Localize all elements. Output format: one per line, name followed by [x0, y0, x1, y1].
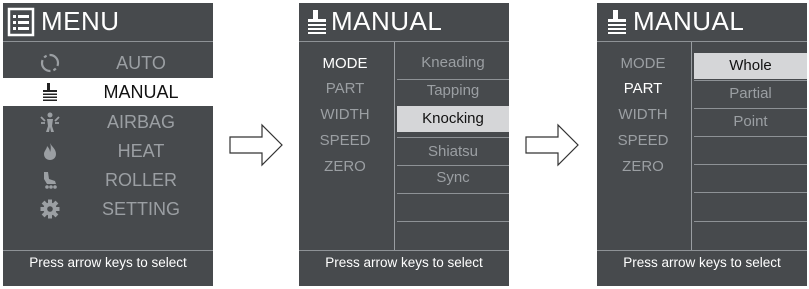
- option-kneading[interactable]: Kneading: [397, 50, 509, 76]
- auto-cycle-icon: [40, 53, 60, 73]
- menu-item-label: MANUAL: [103, 82, 179, 102]
- manual-title-bar: MANUAL: [299, 3, 509, 39]
- footer-hint: Press arrow keys to select: [325, 255, 483, 270]
- mode-item-zero[interactable]: ZERO: [299, 158, 391, 175]
- footer-hint: Press arrow keys to select: [623, 255, 781, 270]
- mode-item-mode[interactable]: MODE: [597, 55, 689, 72]
- next-arrow-icon: [229, 123, 283, 167]
- hand-icon: [43, 83, 57, 101]
- menu-item-label: AUTO: [116, 53, 166, 73]
- mode-item-zero[interactable]: ZERO: [597, 158, 689, 175]
- title-divider: [597, 41, 807, 42]
- next-arrow-icon: [525, 123, 579, 167]
- mode-item-speed[interactable]: SPEED: [299, 132, 391, 149]
- footer-divider: [3, 250, 213, 251]
- title-divider: [3, 41, 213, 42]
- column-divider: [691, 42, 692, 250]
- mode-item-part[interactable]: PART: [597, 80, 689, 97]
- page-title: MANUAL: [331, 6, 443, 36]
- footer-hint: Press arrow keys to select: [29, 255, 187, 270]
- menu-screen: MENU AUTO MANUAL AIRBAG HEAT ROLLER SETT…: [3, 3, 213, 286]
- option-divider: [397, 193, 509, 194]
- mode-item-width[interactable]: WIDTH: [299, 106, 391, 123]
- column-divider: [394, 42, 395, 250]
- option-knocking[interactable]: Knocking: [397, 106, 509, 132]
- manual-part-screen: MANUAL MODE PART WIDTH SPEED ZERO Whole …: [597, 3, 807, 286]
- option-divider: [694, 136, 807, 137]
- menu-item-roller[interactable]: ROLLER: [3, 166, 213, 194]
- mode-item-mode[interactable]: MODE: [299, 55, 391, 72]
- roller-foot-icon: [44, 172, 57, 189]
- option-whole[interactable]: Whole: [694, 53, 807, 79]
- hand-icon: [308, 10, 326, 34]
- mode-item-part[interactable]: PART: [299, 80, 391, 97]
- option-tapping[interactable]: Tapping: [397, 78, 509, 104]
- menu-item-manual[interactable]: MANUAL: [3, 78, 213, 106]
- menu-item-label: AIRBAG: [106, 112, 176, 132]
- manual-techniques-screen: MANUAL MODE PART WIDTH SPEED ZERO Kneadi…: [299, 3, 509, 286]
- menu-item-auto[interactable]: AUTO: [3, 49, 213, 77]
- airbag-icon: [40, 112, 60, 132]
- option-partial[interactable]: Partial: [694, 81, 807, 107]
- menu-item-label: HEAT: [117, 141, 165, 161]
- mode-item-speed[interactable]: SPEED: [597, 132, 689, 149]
- mode-item-width[interactable]: WIDTH: [597, 106, 689, 123]
- option-divider: [694, 192, 807, 193]
- option-divider: [694, 164, 807, 165]
- menu-item-label: ROLLER: [104, 170, 178, 190]
- heat-flame-icon: [44, 143, 56, 160]
- option-point[interactable]: Point: [694, 109, 807, 135]
- menu-item-label: SETTING: [101, 199, 180, 219]
- footer-divider: [299, 250, 509, 251]
- option-shiatsu[interactable]: Shiatsu: [397, 139, 509, 165]
- page-title: MANUAL: [633, 6, 745, 36]
- menu-item-heat[interactable]: HEAT: [3, 137, 213, 165]
- manual-title-bar: MANUAL: [597, 3, 807, 39]
- option-divider: [397, 137, 509, 138]
- menu-list-icon: [7, 7, 35, 37]
- hand-icon: [608, 10, 626, 34]
- page-title: MENU: [41, 6, 120, 36]
- title-divider: [299, 41, 509, 42]
- gear-icon: [40, 199, 60, 219]
- footer-divider: [597, 250, 807, 251]
- menu-title-bar: MENU: [3, 3, 213, 39]
- menu-item-airbag[interactable]: AIRBAG: [3, 108, 213, 136]
- menu-item-setting[interactable]: SETTING: [3, 195, 213, 223]
- option-sync[interactable]: Sync: [397, 165, 509, 191]
- option-divider: [397, 221, 509, 222]
- option-divider: [694, 221, 807, 222]
